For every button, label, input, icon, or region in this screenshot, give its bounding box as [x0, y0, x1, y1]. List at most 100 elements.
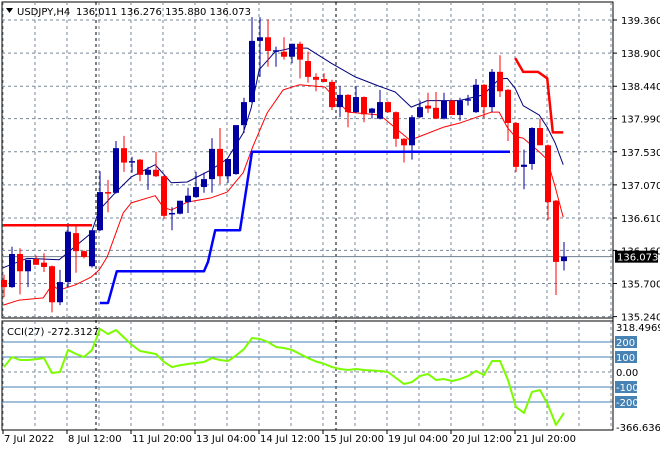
current-price-label: 136.073 — [617, 253, 658, 264]
candle-body — [457, 100, 463, 116]
trading-chart[interactable]: 139.360 138.900 138.440 137.990 137.530 137.0… — [0, 0, 660, 450]
candle-body — [265, 37, 271, 51]
cci-title: CCI(27) -272.3127 — [7, 327, 99, 338]
candle-body — [9, 254, 15, 288]
y-tick-label: 138.440 — [621, 82, 660, 93]
cci-y-tick-label: 318.4969 — [616, 323, 660, 334]
candle-body — [225, 158, 231, 177]
cci-y-tick-label: -366.6365 — [616, 423, 660, 434]
candle-body — [537, 128, 543, 146]
candle-body — [369, 108, 375, 113]
candle-body — [481, 84, 487, 108]
candle-body — [273, 50, 279, 52]
candle-body — [529, 128, 535, 164]
candle-body — [441, 100, 447, 119]
x-tick-label: 8 Jul 12:00 — [68, 434, 122, 445]
x-tick-label: 15 Jul 20:00 — [324, 434, 384, 445]
candle-body — [473, 84, 479, 113]
candle-body — [329, 81, 335, 108]
x-tick-label: 21 Jul 20:00 — [516, 434, 576, 445]
candle-body — [241, 102, 247, 126]
bearish-candle — [385, 101, 391, 113]
candle-body — [113, 148, 119, 193]
chart-header: USDJPY,H4 136.011 136.276 135.880 136.07… — [6, 7, 251, 18]
candle-body — [25, 259, 31, 272]
candle-body — [105, 192, 111, 194]
candle-body — [249, 40, 255, 103]
candle-body — [121, 148, 127, 163]
candle-body — [345, 94, 351, 113]
candle-body — [433, 107, 439, 119]
cci-level-label: -200 — [616, 398, 639, 409]
candle-body — [217, 148, 223, 177]
bearish-candle — [329, 79, 335, 110]
candle-body — [497, 71, 503, 92]
bullish-candle — [233, 125, 239, 175]
bullish-candle — [65, 223, 71, 288]
candle-body — [553, 200, 559, 262]
candle-body — [401, 138, 407, 146]
candle-body — [377, 102, 383, 119]
cci-level-label: -100 — [616, 383, 639, 394]
candle-body — [33, 259, 39, 265]
candle-body — [449, 100, 455, 116]
candle-body — [465, 99, 471, 101]
candle-body — [297, 43, 303, 60]
bearish-candle — [513, 122, 519, 172]
candle-body — [89, 230, 95, 267]
candle-body — [417, 107, 423, 118]
candle-body — [289, 43, 295, 57]
candle-body — [305, 61, 311, 77]
cci-level-label: 200 — [616, 338, 635, 349]
main-pane-border — [1, 1, 614, 319]
ohlc-values: 136.011 136.276 135.880 136.073 — [76, 7, 251, 18]
candle-body — [57, 282, 63, 303]
symbol-label: USDJPY,H4 — [17, 7, 70, 18]
y-tick-label: 139.360 — [621, 16, 660, 27]
candle-body — [81, 251, 87, 257]
x-tick-label: 19 Jul 04:00 — [388, 434, 448, 445]
candle-body — [209, 148, 215, 180]
candle-body — [73, 233, 79, 252]
candle-body — [489, 71, 495, 108]
candle-body — [361, 97, 367, 115]
candle-body — [161, 176, 167, 216]
candle-body — [281, 51, 287, 57]
candle-body — [1, 279, 7, 288]
candle-body — [545, 145, 551, 203]
y-tick-label: 135.700 — [621, 280, 660, 291]
x-tick-label: 20 Jul 12:00 — [452, 434, 512, 445]
candle-body — [561, 256, 567, 262]
candle-body — [185, 195, 191, 203]
candle-body — [505, 89, 511, 123]
bullish-candle — [529, 127, 535, 170]
candle-body — [337, 94, 343, 108]
candle-body — [201, 179, 207, 188]
bullish-candle — [89, 230, 95, 268]
bearish-candle — [161, 175, 167, 219]
x-tick-label: 13 Jul 04:00 — [196, 434, 256, 445]
candle-body — [193, 187, 199, 198]
candle-body — [137, 159, 143, 175]
y-tick-label: 137.990 — [621, 115, 660, 126]
y-tick-label: 137.530 — [621, 148, 660, 159]
candle-body — [169, 212, 175, 215]
candle-body — [393, 112, 399, 139]
cci-level-label: 100 — [616, 353, 635, 364]
candle-body — [513, 122, 519, 167]
y-tick-label: 136.610 — [621, 214, 660, 225]
candle-body — [385, 102, 391, 113]
candle-body — [153, 169, 159, 177]
candle-body — [97, 192, 103, 231]
x-tick-label: 11 Jul 20:00 — [132, 434, 192, 445]
candle-body — [17, 254, 23, 272]
candle-body — [129, 161, 135, 163]
x-tick-label: 14 Jul 12:00 — [260, 434, 320, 445]
y-tick-label: 137.070 — [621, 181, 660, 192]
x-tick-label: 7 Jul 2022 — [4, 434, 54, 445]
candle-body — [145, 169, 151, 175]
bearish-candle — [449, 99, 455, 116]
candle-body — [49, 266, 55, 303]
candle-body — [353, 97, 359, 113]
candle-body — [177, 200, 183, 214]
